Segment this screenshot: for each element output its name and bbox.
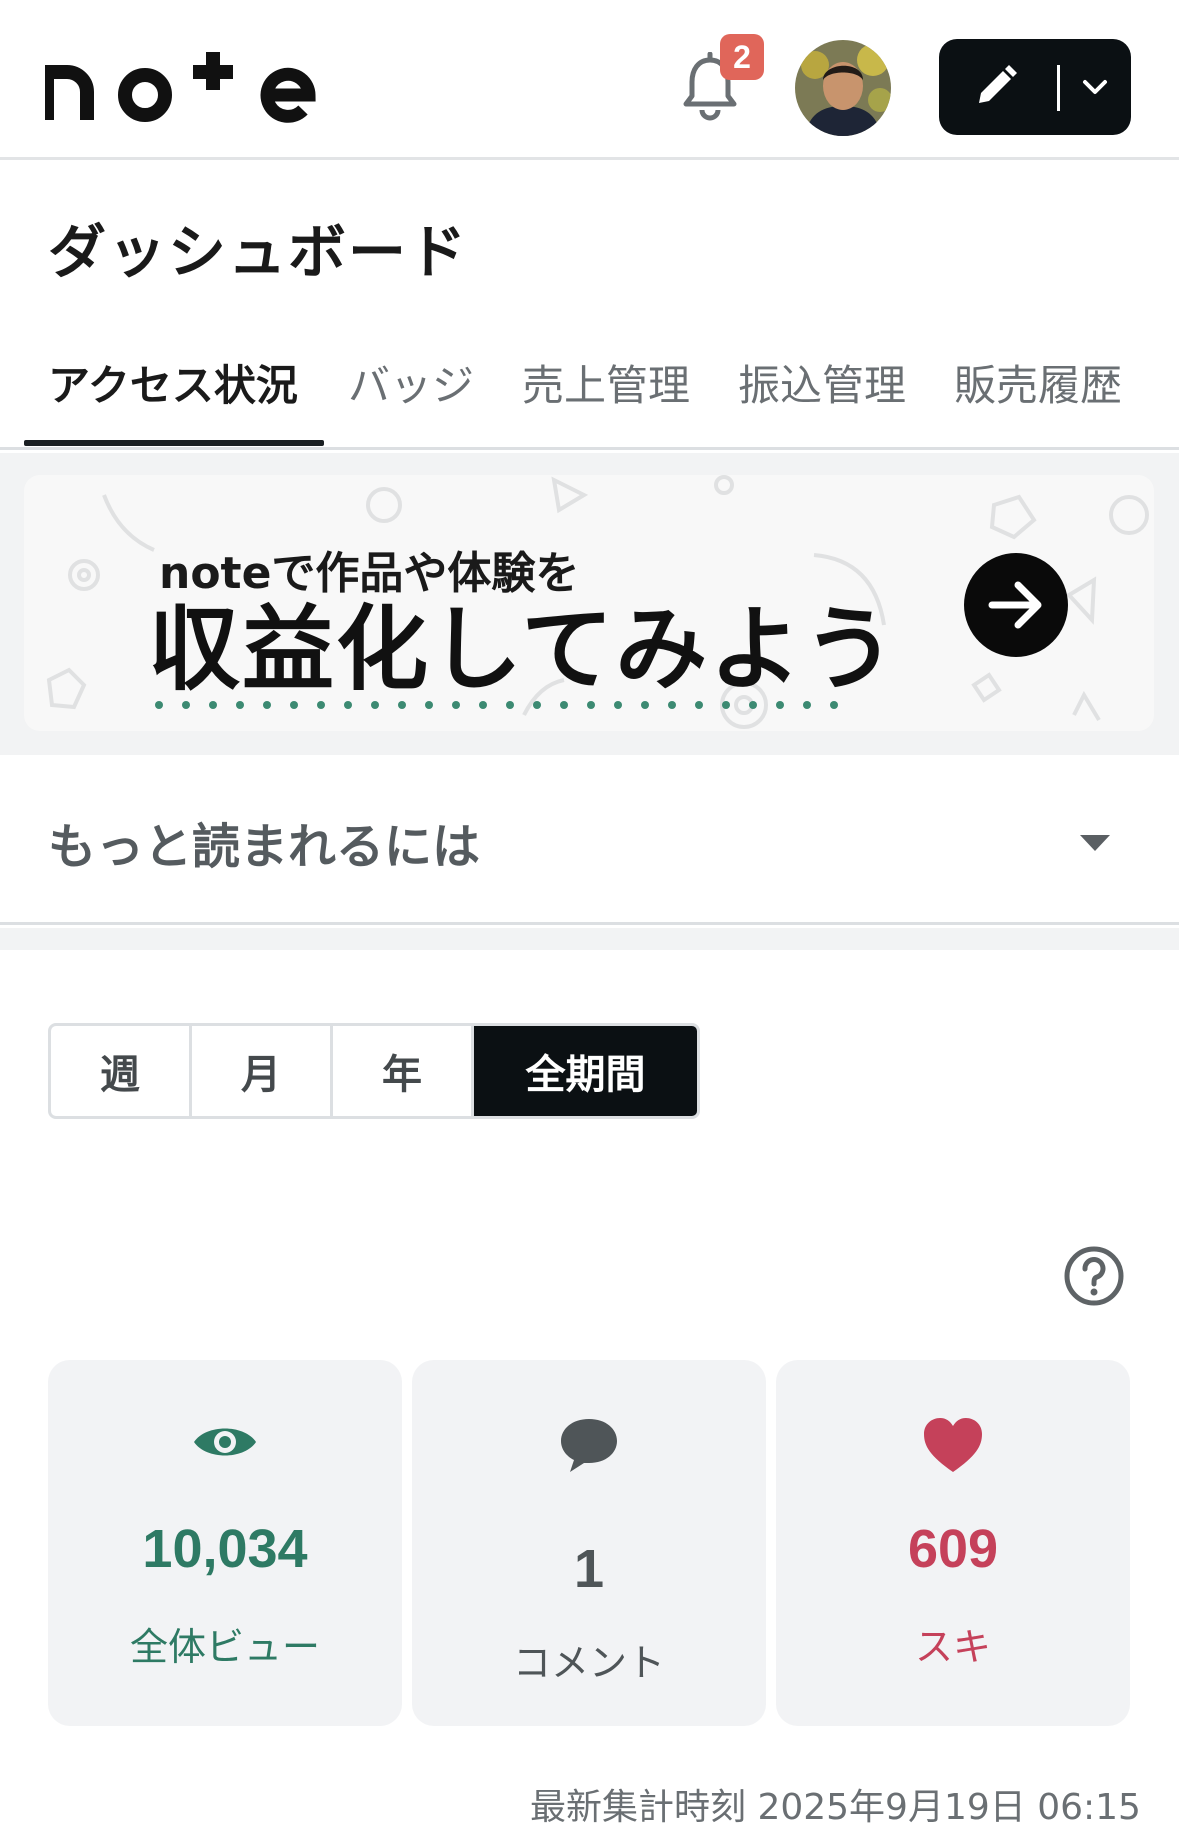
period-selector: 週 月 年 全期間 (48, 1023, 700, 1119)
likes-label: スキ (914, 1625, 991, 1669)
tab-sales[interactable]: 売上管理 (522, 352, 690, 413)
page-title: ダッシュボード (48, 218, 469, 286)
note-logo[interactable]: note (45, 50, 345, 130)
read-more-tips-accordion[interactable]: もっと読まれるには (0, 755, 1179, 925)
period-week-button[interactable]: 週 (51, 1026, 192, 1116)
section-separator (0, 928, 1179, 950)
post-menu-button[interactable] (939, 39, 1131, 135)
chevron-down-icon[interactable] (1081, 77, 1109, 97)
last-updated-timestamp: 最新集計時刻 2025年9月19日 06:15 (530, 1787, 1141, 1828)
tab-sales-history[interactable]: 販売履歴 (954, 352, 1122, 413)
tab-transfers[interactable]: 振込管理 (738, 352, 906, 413)
stat-card-views: 10,034 全体ビュー (48, 1360, 402, 1726)
app-header: note 2 (0, 0, 1179, 160)
banner-area: noteで作品や体験を 収益化してみよう (0, 453, 1179, 755)
comment-icon (561, 1419, 617, 1472)
banner-dotted-underline (155, 701, 838, 709)
period-month-button[interactable]: 月 (192, 1026, 333, 1116)
dashboard-tabs: アクセス状況 バッジ 売上管理 振込管理 販売履歴 (0, 340, 1179, 450)
period-year-button[interactable]: 年 (333, 1026, 474, 1116)
help-icon[interactable] (1063, 1245, 1125, 1307)
tab-access[interactable]: アクセス状況 (48, 352, 298, 413)
active-tab-indicator (24, 440, 324, 446)
stat-card-comments: 1 コメント (412, 1360, 766, 1726)
eye-icon (194, 1428, 256, 1456)
comments-label: コメント (512, 1641, 665, 1685)
banner-headline: 収益化してみよう (148, 596, 898, 703)
monetize-banner[interactable]: noteで作品や体験を 収益化してみよう (24, 475, 1154, 731)
likes-count: 609 (907, 1519, 999, 1579)
pencil-icon (979, 65, 1017, 103)
views-count: 10,034 (142, 1519, 308, 1579)
stat-card-likes: 609 スキ (776, 1360, 1130, 1726)
period-all-button[interactable]: 全期間 (474, 1026, 697, 1116)
tab-badges[interactable]: バッジ (348, 352, 474, 413)
heart-icon (924, 1418, 982, 1472)
arrow-right-icon[interactable] (964, 553, 1068, 657)
accordion-label: もっと読まれるには (48, 819, 481, 875)
notification-count-badge: 2 (720, 34, 764, 80)
views-label: 全体ビュー (129, 1625, 320, 1669)
user-avatar[interactable] (795, 40, 891, 136)
button-divider (1057, 65, 1060, 111)
caret-down-icon (1080, 835, 1110, 851)
comments-count: 1 (573, 1539, 605, 1599)
